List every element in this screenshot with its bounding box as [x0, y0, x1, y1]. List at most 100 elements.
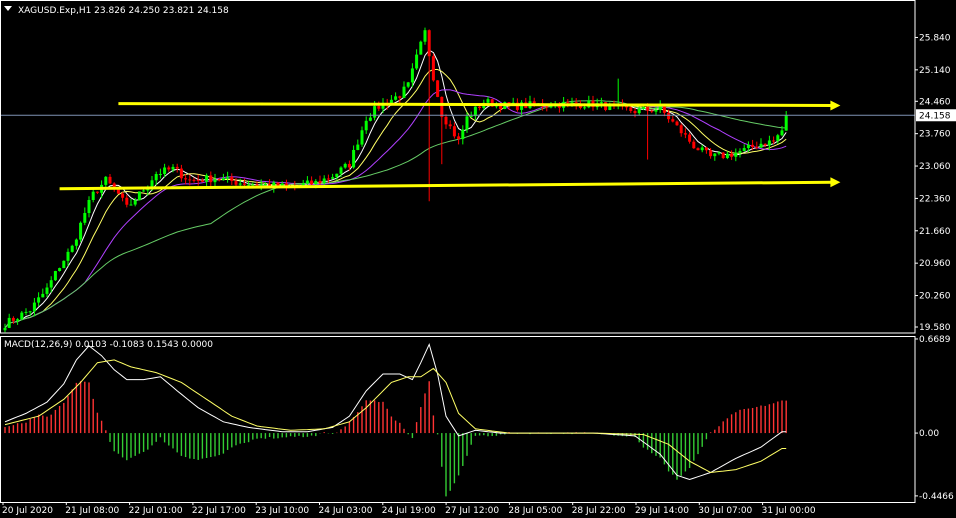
- candle: [137, 191, 141, 201]
- candle: [79, 221, 83, 243]
- candle-body: [70, 245, 74, 252]
- candle-body: [314, 180, 318, 185]
- candle-body: [3, 327, 7, 331]
- candle-body: [444, 116, 448, 125]
- candle-body: [343, 163, 347, 168]
- candle-body: [725, 153, 729, 159]
- candle-body: [717, 152, 721, 154]
- candle-body: [650, 110, 654, 112]
- candle-body: [242, 183, 246, 185]
- xtick-label: 24 Jul 19:00: [382, 506, 436, 516]
- chart-window[interactable]: 25.840 25.140 24.460 23.760 23.060 22.360 21.6…: [0, 0, 956, 518]
- candle-body: [175, 166, 179, 169]
- candle-body: [53, 271, 57, 281]
- candle-body: [205, 175, 209, 182]
- candle-body: [247, 184, 251, 186]
- candle-body: [415, 54, 419, 69]
- candle-body: [759, 143, 763, 148]
- xtick-label: 31 Jul 00:00: [762, 506, 816, 516]
- candle-body: [394, 96, 398, 100]
- candle-body: [486, 99, 490, 103]
- price-ytick-label: 19.580: [919, 323, 951, 333]
- candle-body: [58, 268, 62, 272]
- chart-canvas[interactable]: 25.840 25.140 24.460 23.760 23.060 22.360 21.6…: [0, 0, 956, 518]
- candle-body: [150, 180, 154, 187]
- candle-body: [633, 110, 637, 114]
- candle-body: [91, 191, 95, 200]
- xtick-label: 28 Jul 22:00: [572, 506, 626, 516]
- candle: [62, 260, 66, 269]
- candle-body: [654, 109, 658, 112]
- candle-body: [473, 106, 477, 117]
- candle-body: [360, 130, 364, 145]
- candle-body: [74, 239, 78, 246]
- candle-body: [402, 86, 406, 98]
- candle-body: [772, 140, 776, 142]
- candle-body: [133, 200, 137, 205]
- candle: [70, 244, 74, 253]
- candle-body: [767, 140, 771, 146]
- macd-header: MACD(12,26,9) 0.0103 -0.1083 0.1543 0.00…: [4, 340, 213, 350]
- candle-body: [549, 106, 553, 108]
- price-ytick-label: 21.660: [919, 227, 951, 237]
- candle-body: [457, 136, 461, 140]
- candle-body: [184, 178, 188, 180]
- candle-body: [465, 116, 469, 130]
- candle-body: [79, 222, 83, 240]
- xtick-label: 30 Jul 07:00: [698, 506, 752, 516]
- candle-body: [662, 105, 666, 113]
- price-ytick-label: 25.840: [919, 33, 951, 43]
- candle-body: [142, 190, 146, 192]
- candle-body: [738, 150, 742, 153]
- candle-body: [259, 184, 263, 186]
- candle-body: [352, 149, 356, 168]
- candle-body: [356, 144, 360, 150]
- candle-body: [692, 141, 696, 149]
- macd-ytick-label: 0.00: [919, 429, 939, 439]
- candle-body: [66, 251, 70, 261]
- candle-body: [16, 319, 20, 321]
- candle-body: [448, 124, 452, 127]
- candle-body: [646, 107, 650, 111]
- candle-body: [746, 144, 750, 149]
- candle-body: [398, 96, 402, 98]
- xtick-label: 27 Jul 12:00: [445, 506, 499, 516]
- xtick-label: 29 Jul 14:00: [635, 506, 689, 516]
- xtick-label: 22 Jul 17:00: [192, 506, 246, 516]
- candle-body: [751, 144, 755, 147]
- candle-body: [730, 153, 734, 157]
- candle-body: [667, 112, 671, 120]
- candle-body: [238, 183, 242, 185]
- candle-body: [310, 180, 314, 185]
- candle-body: [423, 30, 427, 42]
- xtick-label: 28 Jul 05:00: [508, 506, 562, 516]
- candle-body: [780, 130, 784, 136]
- candle-body: [28, 311, 32, 313]
- resistance-trendline[interactable]: [118, 102, 833, 107]
- candle-body: [721, 152, 725, 159]
- candle-body: [637, 108, 641, 114]
- candle-body: [226, 176, 230, 179]
- price-ytick-label: 22.360: [919, 194, 951, 204]
- candle-body: [49, 280, 53, 288]
- candle-body: [154, 174, 158, 181]
- candle-body: [104, 176, 108, 185]
- candle-body: [583, 107, 587, 109]
- candle: [604, 101, 608, 112]
- last-price-label: 24.158: [919, 111, 951, 121]
- candle-body: [671, 119, 675, 122]
- candle-body: [196, 179, 200, 181]
- candle-body: [368, 117, 372, 121]
- candle-body: [121, 193, 125, 198]
- candle-body: [37, 297, 41, 303]
- candle-body: [62, 260, 66, 269]
- candle-body: [599, 102, 603, 104]
- candle-body: [776, 135, 780, 141]
- price-ytick-label: 23.060: [919, 162, 951, 172]
- xtick-label: 23 Jul 10:00: [255, 506, 309, 516]
- candle-body: [209, 175, 213, 183]
- candle-body: [158, 173, 162, 175]
- candle-body: [87, 199, 91, 214]
- candle-body: [171, 166, 175, 170]
- candle-body: [364, 120, 368, 131]
